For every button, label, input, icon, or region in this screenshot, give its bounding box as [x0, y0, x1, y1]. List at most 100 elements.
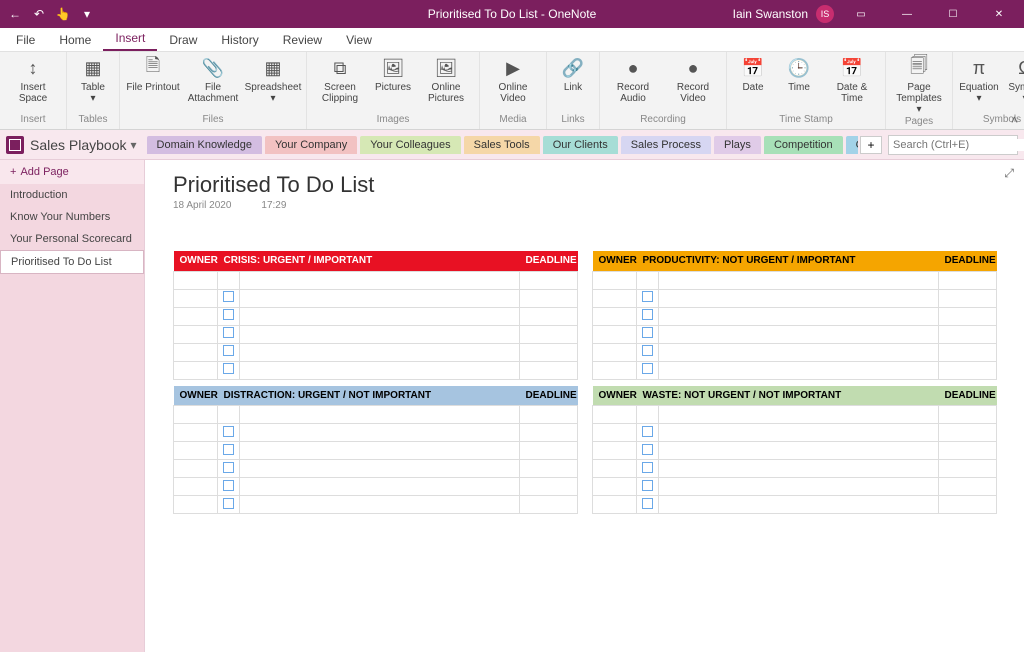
ribbon-time[interactable]: 🕒Time	[777, 54, 821, 95]
checkbox-icon[interactable]	[223, 309, 234, 320]
page-title[interactable]: Prioritised To Do List	[173, 172, 1004, 198]
ribbon-date[interactable]: 📅Date	[731, 54, 775, 95]
menu-tab-insert[interactable]: Insert	[103, 27, 157, 51]
table-row[interactable]	[593, 289, 997, 307]
ribbon-online-video[interactable]: ▶Online Video	[484, 54, 542, 106]
ribbon-symbol[interactable]: ΩSymbol▾	[1003, 54, 1024, 106]
section-tab-sales-process[interactable]: Sales Process	[621, 136, 711, 154]
checkbox-icon[interactable]	[223, 480, 234, 491]
fullscreen-button[interactable]: ⤢	[1004, 166, 1014, 181]
table-row[interactable]	[174, 478, 578, 496]
section-tab-plays[interactable]: Plays	[714, 136, 761, 154]
touch-mode-button[interactable]: 👆	[54, 5, 72, 23]
page-item-introduction[interactable]: Introduction	[0, 184, 144, 206]
close-button[interactable]: ✕	[980, 0, 1018, 28]
table-row[interactable]	[174, 343, 578, 361]
ribbon-date-time[interactable]: 📅Date & Time	[823, 54, 881, 106]
checkbox-icon[interactable]	[223, 444, 234, 455]
ribbon-pictures[interactable]: 🖼Pictures	[371, 54, 415, 95]
table-row[interactable]	[174, 424, 578, 442]
notebook-dropdown[interactable]: ▾	[131, 138, 137, 152]
section-tab-sales-tools[interactable]: Sales Tools	[464, 136, 540, 154]
table-row[interactable]	[174, 442, 578, 460]
checkbox-icon[interactable]	[642, 462, 653, 473]
checkbox-icon[interactable]	[642, 444, 653, 455]
table-row[interactable]	[174, 289, 578, 307]
checkbox-icon[interactable]	[223, 426, 234, 437]
notebook-name[interactable]: Sales Playbook	[30, 137, 127, 153]
user-avatar[interactable]: IS	[816, 5, 834, 23]
ribbon-screen-clipping[interactable]: ⧉Screen Clipping	[311, 54, 369, 106]
ribbon-display-button[interactable]: ▭	[842, 0, 880, 28]
search-input[interactable]	[893, 139, 1024, 151]
add-page-button[interactable]: + Add Page	[0, 160, 144, 184]
checkbox-icon[interactable]	[642, 309, 653, 320]
page-item-your-personal-scorecard[interactable]: Your Personal Scorecard	[0, 228, 144, 250]
table-row[interactable]	[593, 343, 997, 361]
qat-customize-button[interactable]: ▾	[78, 5, 96, 23]
section-tab-your-colleagues[interactable]: Your Colleagues	[360, 136, 460, 154]
table-row[interactable]	[593, 424, 997, 442]
undo-button[interactable]: ↶	[30, 5, 48, 23]
ribbon-link[interactable]: 🔗Link	[551, 54, 595, 95]
section-tab-content[interactable]: Content	[846, 136, 858, 154]
menu-tab-review[interactable]: Review	[271, 29, 334, 51]
ribbon-page-templates[interactable]: 🗐Page Templates▾	[890, 54, 948, 117]
table-row[interactable]	[174, 496, 578, 514]
table-row[interactable]	[174, 361, 578, 379]
checkbox-icon[interactable]	[223, 291, 234, 302]
quadrant-table-1[interactable]: OWNERPRODUCTIVITY: NOT URGENT / IMPORTAN…	[592, 251, 997, 380]
table-row[interactable]	[174, 325, 578, 343]
nav-back-button[interactable]: ←	[6, 5, 24, 23]
maximize-button[interactable]: ☐	[934, 0, 972, 28]
quadrant-table-2[interactable]: OWNERDISTRACTION: URGENT / NOT IMPORTANT…	[173, 386, 578, 515]
section-tab-our-clients[interactable]: Our Clients	[543, 136, 618, 154]
page-item-know-your-numbers[interactable]: Know Your Numbers	[0, 206, 144, 228]
minimize-button[interactable]: —	[888, 0, 926, 28]
ribbon-file-printout[interactable]: 🗎File Printout	[124, 54, 182, 95]
checkbox-icon[interactable]	[223, 327, 234, 338]
table-row[interactable]	[593, 442, 997, 460]
menu-tab-history[interactable]: History	[209, 29, 270, 51]
menu-tab-draw[interactable]: Draw	[157, 29, 209, 51]
ribbon-table[interactable]: ▦Table▾	[71, 54, 115, 106]
checkbox-icon[interactable]	[642, 327, 653, 338]
table-row[interactable]	[174, 307, 578, 325]
table-row[interactable]	[593, 460, 997, 478]
menu-tab-view[interactable]: View	[334, 29, 384, 51]
section-tab-domain-knowledge[interactable]: Domain Knowledge	[147, 136, 262, 154]
checkbox-icon[interactable]	[223, 345, 234, 356]
ribbon-file-attachment[interactable]: 📎File Attachment	[184, 54, 242, 106]
table-row[interactable]	[593, 478, 997, 496]
table-row[interactable]	[593, 325, 997, 343]
checkbox-icon[interactable]	[642, 498, 653, 509]
ribbon-spreadsheet[interactable]: ▦Spreadsheet▾	[244, 54, 302, 106]
checkbox-icon[interactable]	[642, 291, 653, 302]
checkbox-icon[interactable]	[223, 363, 234, 374]
section-tab-competition[interactable]: Competition	[764, 136, 843, 154]
checkbox-icon[interactable]	[223, 462, 234, 473]
quadrant-table-0[interactable]: OWNERCRISIS: URGENT / IMPORTANTDEADLINE	[173, 251, 578, 380]
table-row[interactable]	[593, 361, 997, 379]
quadrant-table-3[interactable]: OWNERWASTE: NOT URGENT / NOT IMPORTANTDE…	[592, 386, 997, 515]
ribbon-equation[interactable]: πEquation▾	[957, 54, 1001, 106]
ribbon-collapse-button[interactable]: ˄	[1011, 113, 1018, 127]
ribbon-online-pictures[interactable]: 🖼Online Pictures	[417, 54, 475, 106]
checkbox-icon[interactable]	[223, 498, 234, 509]
add-section-button[interactable]: +	[860, 136, 882, 154]
menu-tab-home[interactable]: Home	[47, 29, 103, 51]
page-item-prioritised-to-do-list[interactable]: Prioritised To Do List	[0, 250, 144, 274]
ribbon-insert-space[interactable]: ↕Insert Space	[4, 54, 62, 106]
table-row[interactable]	[174, 460, 578, 478]
menu-tab-file[interactable]: File	[4, 29, 47, 51]
checkbox-icon[interactable]	[642, 480, 653, 491]
checkbox-icon[interactable]	[642, 363, 653, 374]
checkbox-icon[interactable]	[642, 345, 653, 356]
page-content[interactable]: ⤢ Prioritised To Do List 18 April 2020 1…	[145, 160, 1024, 652]
search-box[interactable]: 🔍	[888, 135, 1018, 155]
checkbox-icon[interactable]	[642, 426, 653, 437]
ribbon-record-audio[interactable]: ●Record Audio	[604, 54, 662, 106]
table-row[interactable]	[593, 307, 997, 325]
section-tab-your-company[interactable]: Your Company	[265, 136, 357, 154]
ribbon-record-video[interactable]: ●Record Video	[664, 54, 722, 106]
